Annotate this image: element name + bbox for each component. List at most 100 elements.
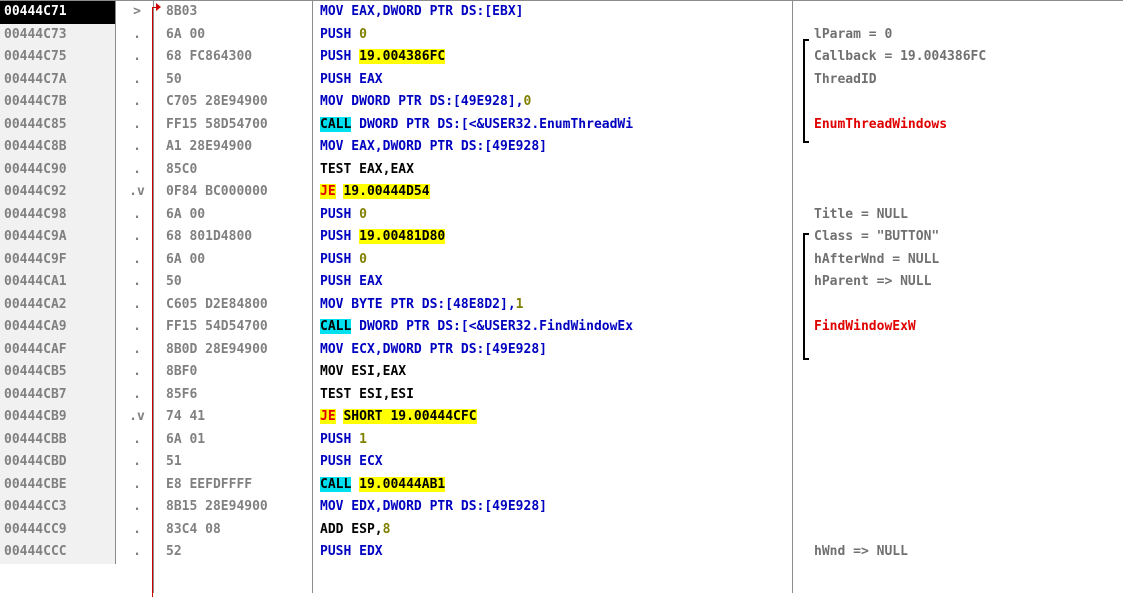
address-cell[interactable]: 00444C7B <box>0 91 116 114</box>
hex-dump-cell[interactable]: 85F6 <box>166 384 312 407</box>
disasm-row[interactable]: 00444CC3. 8B15 28E94900 MOV EDX,DWORD PTR … <box>0 496 1123 519</box>
hex-dump-cell[interactable]: 6A 00 <box>166 249 312 272</box>
disasm-row[interactable]: 00444C9F. 6A 00 PUSH 0 hAfterWnd = NULL <box>0 248 1123 272</box>
disasm-row[interactable]: 00444CAF. 8B0D 28E94900 MOV ECX,DWORD PTR … <box>0 338 1123 362</box>
disasm-row[interactable]: 00444C7A. 50 PUSH EAX ThreadID <box>0 68 1123 92</box>
hex-dump-cell[interactable]: 8BF0 <box>166 361 312 384</box>
address-cell[interactable]: 00444CC3 <box>0 496 116 519</box>
instruction-cell[interactable]: CALL 19.00444AB1 <box>320 474 792 497</box>
comment-cell[interactable] <box>814 1 1123 24</box>
instruction-cell[interactable]: PUSH 0 <box>320 249 792 272</box>
disasm-row[interactable]: 00444C98. 6A 00 PUSH 0 Title = NULL <box>0 203 1123 227</box>
address-cell[interactable]: 00444C75 <box>0 46 116 69</box>
hex-dump-cell[interactable]: FF15 54D54700 <box>166 316 312 339</box>
hex-dump-cell[interactable]: C705 28E94900 <box>166 91 312 114</box>
address-cell[interactable]: 00444CBB <box>0 428 116 451</box>
disasm-row[interactable]: 00444C90. 85C0 TEST EAX,EAX <box>0 158 1123 182</box>
address-cell[interactable]: 00444CB5 <box>0 361 116 384</box>
disasm-row[interactable]: 00444C71 >8B03 MOV EAX,DWORD PTR DS:[EBX] <box>0 1 1123 24</box>
comment-cell[interactable] <box>814 159 1123 182</box>
comment-cell[interactable]: ThreadID <box>814 69 1123 92</box>
comment-cell[interactable] <box>814 429 1123 452</box>
hex-dump-cell[interactable]: C605 D2E84800 <box>166 294 312 317</box>
comment-cell[interactable] <box>814 384 1123 407</box>
address-cell[interactable]: 00444C90 <box>0 158 116 181</box>
disassembly-view[interactable]: 00444C71 >8B03 MOV EAX,DWORD PTR DS:[EBX] 0… <box>0 0 1123 597</box>
address-cell[interactable]: 00444C71 <box>0 1 116 24</box>
address-cell[interactable]: 00444CBD <box>0 451 116 474</box>
address-cell[interactable]: 00444C85 <box>0 113 116 136</box>
comment-cell[interactable]: Callback = 19.004386FC <box>814 46 1123 69</box>
comment-cell[interactable] <box>814 406 1123 429</box>
disasm-row[interactable]: 00444CB9 .v 74 41 JE SHORT 19.00444CFC <box>0 406 1123 429</box>
address-cell[interactable]: 00444C7A <box>0 68 116 91</box>
address-cell[interactable]: 00444CA2 <box>0 293 116 316</box>
instruction-cell[interactable]: MOV ECX,DWORD PTR DS:[49E928] <box>320 339 792 362</box>
instruction-cell[interactable]: CALL DWORD PTR DS:[<&USER32.FindWindowEx <box>320 316 792 339</box>
hex-dump-cell[interactable]: 0F84 BC000000 <box>166 181 312 204</box>
disasm-row[interactable]: 00444CB5. 8BF0 MOV ESI,EAX <box>0 361 1123 384</box>
hex-dump-cell[interactable]: 52 <box>166 541 312 564</box>
hex-dump-cell[interactable]: 8B15 28E94900 <box>166 496 312 519</box>
disasm-row[interactable]: 00444CCC. 52 PUSH EDX hWnd => NULL <box>0 541 1123 564</box>
address-cell[interactable]: 00444CA1 <box>0 271 116 294</box>
hex-dump-cell[interactable]: 6A 00 <box>166 24 312 47</box>
instruction-cell[interactable]: PUSH EDX <box>320 541 792 564</box>
hex-dump-cell[interactable]: 50 <box>166 271 312 294</box>
address-cell[interactable]: 00444CCC <box>0 541 116 564</box>
address-cell[interactable]: 00444CBE <box>0 473 116 496</box>
address-cell[interactable]: 00444C9F <box>0 248 116 271</box>
comment-cell[interactable] <box>814 181 1123 204</box>
comment-cell[interactable]: EnumThreadWindows <box>814 114 1123 137</box>
address-cell[interactable]: 00444CB7 <box>0 383 116 406</box>
address-cell[interactable]: 00444C8B <box>0 136 116 159</box>
instruction-cell[interactable]: PUSH EAX <box>320 271 792 294</box>
comment-cell[interactable] <box>814 519 1123 542</box>
disasm-row[interactable]: 00444CA9. FF15 54D54700 CALL DWORD PTR DS:… <box>0 316 1123 339</box>
instruction-cell[interactable]: PUSH 19.004386FC <box>320 46 792 69</box>
comment-cell[interactable] <box>814 451 1123 474</box>
instruction-cell[interactable]: ADD ESP,8 <box>320 519 792 542</box>
comment-cell[interactable] <box>814 91 1123 114</box>
comment-cell[interactable] <box>814 496 1123 519</box>
disasm-row[interactable]: 00444C85. FF15 58D54700 CALL DWORD PTR DS:… <box>0 113 1123 137</box>
disasm-row[interactable]: 00444CBD. 51 PUSH ECX <box>0 451 1123 474</box>
hex-dump-cell[interactable]: E8 EEFDFFFF <box>166 474 312 497</box>
hex-dump-cell[interactable]: 51 <box>166 451 312 474</box>
instruction-cell[interactable]: PUSH ECX <box>320 451 792 474</box>
instruction-cell[interactable]: TEST EAX,EAX <box>320 159 792 182</box>
disasm-row[interactable]: 00444C8B. A1 28E94900 MOV EAX,DWORD PTR DS… <box>0 136 1123 159</box>
comment-cell[interactable]: Class = "BUTTON" <box>814 226 1123 249</box>
hex-dump-cell[interactable]: 74 41 <box>166 406 312 429</box>
address-cell[interactable]: 00444C92 <box>0 181 116 204</box>
instruction-cell[interactable]: MOV DWORD PTR DS:[49E928],0 <box>320 91 792 114</box>
address-cell[interactable]: 00444C98 <box>0 203 116 226</box>
disasm-row[interactable]: 00444C9A. 68 801D4800 PUSH 19.00481D80 Clas… <box>0 226 1123 249</box>
comment-cell[interactable]: lParam = 0 <box>814 24 1123 47</box>
comment-cell[interactable]: hAfterWnd = NULL <box>814 249 1123 272</box>
hex-dump-cell[interactable]: A1 28E94900 <box>166 136 312 159</box>
disasm-row[interactable]: 00444CA2. C605 D2E84800 MOV BYTE PTR DS:[4… <box>0 293 1123 317</box>
hex-dump-cell[interactable]: 85C0 <box>166 159 312 182</box>
comment-cell[interactable]: FindWindowExW <box>814 316 1123 339</box>
comment-cell[interactable] <box>814 136 1123 159</box>
comment-cell[interactable] <box>814 361 1123 384</box>
hex-dump-cell[interactable]: 8B03 <box>166 1 312 24</box>
hex-dump-cell[interactable]: FF15 58D54700 <box>166 114 312 137</box>
hex-dump-cell[interactable]: 6A 01 <box>166 429 312 452</box>
disasm-row[interactable]: 00444CBE. E8 EEFDFFFF CALL 19.00444AB1 <box>0 473 1123 497</box>
hex-dump-cell[interactable]: 8B0D 28E94900 <box>166 339 312 362</box>
instruction-cell[interactable]: MOV ESI,EAX <box>320 361 792 384</box>
disasm-row[interactable]: 00444C92 .v 0F84 BC000000 JE 19.00444D54 <box>0 181 1123 204</box>
instruction-cell[interactable]: PUSH 0 <box>320 24 792 47</box>
comment-cell[interactable] <box>814 339 1123 362</box>
disasm-row[interactable]: 00444C73. 6A 00 PUSH 0 lParam = 0 <box>0 23 1123 47</box>
instruction-cell[interactable]: MOV EDX,DWORD PTR DS:[49E928] <box>320 496 792 519</box>
hex-dump-cell[interactable]: 68 FC864300 <box>166 46 312 69</box>
comment-cell[interactable]: Title = NULL <box>814 204 1123 227</box>
address-cell[interactable]: 00444CB9 <box>0 406 116 429</box>
comment-cell[interactable]: hParent => NULL <box>814 271 1123 294</box>
comment-cell[interactable] <box>814 294 1123 317</box>
comment-cell[interactable] <box>814 474 1123 497</box>
instruction-cell[interactable]: MOV EAX,DWORD PTR DS:[EBX] <box>320 1 792 24</box>
